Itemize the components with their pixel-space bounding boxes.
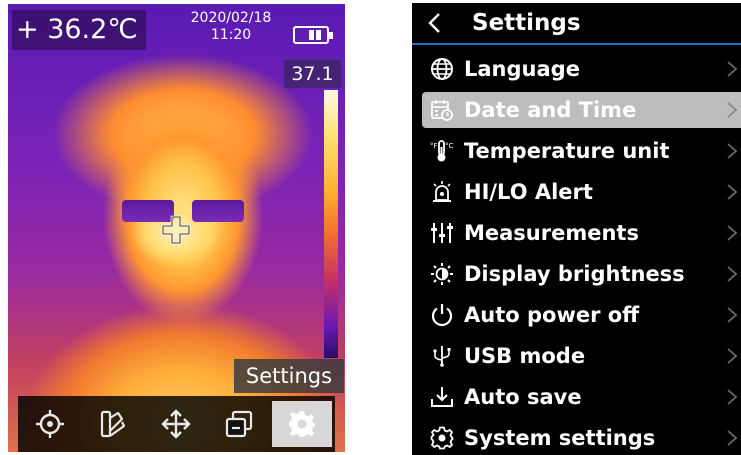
- chevron-right-icon: [727, 61, 738, 77]
- alarm-icon: [433, 181, 451, 202]
- menu-item-system-settings[interactable]: System settings: [422, 420, 741, 455]
- chevron-right-icon: [727, 143, 738, 159]
- battery-icon: [293, 26, 333, 44]
- menu-item-label: Auto power off: [464, 303, 640, 327]
- move-button[interactable]: [144, 396, 207, 452]
- menu-item-label: Auto save: [464, 385, 582, 409]
- camera-toolbar: [18, 396, 335, 452]
- date-text: 2020/02/18: [190, 10, 272, 26]
- globe-icon: [431, 58, 453, 80]
- move-icon: [160, 409, 191, 439]
- gear-icon: [289, 411, 315, 437]
- target-button[interactable]: [18, 396, 81, 452]
- settings-tooltip: Settings: [234, 359, 344, 393]
- menu-item-label: Display brightness: [464, 262, 685, 286]
- chevron-right-icon: [727, 430, 738, 446]
- menu-item-auto-save[interactable]: Auto save: [422, 379, 741, 415]
- menu-item-temperature-unit[interactable]: °F °C Temperature unit: [422, 133, 741, 169]
- target-icon: [35, 410, 64, 438]
- menu-item-language[interactable]: Language: [422, 51, 741, 87]
- menu-item-measurements[interactable]: Measurements: [422, 215, 741, 251]
- brightness-icon: [431, 263, 453, 285]
- power-icon: [431, 304, 453, 327]
- svg-text:°F: °F: [430, 142, 438, 150]
- thermometer-icon: °F °C: [430, 140, 454, 162]
- usb-icon: [433, 346, 451, 367]
- gallery-button[interactable]: [207, 396, 270, 452]
- color-scale-bar: [324, 90, 338, 358]
- settings-header: Settings: [412, 3, 741, 45]
- chevron-right-icon: [727, 102, 738, 118]
- gallery-icon: [225, 410, 252, 438]
- time-text: 11:20: [210, 27, 252, 43]
- menu-item-label: Date and Time: [464, 98, 637, 122]
- crosshair-icon: [161, 215, 191, 245]
- datetime: 2020/02/18 11:20: [186, 10, 276, 44]
- chevron-right-icon: [727, 266, 738, 282]
- scale-max-temperature: 37.1: [284, 60, 341, 88]
- menu-item-label: Temperature unit: [464, 139, 670, 163]
- menu-item-label: Measurements: [464, 221, 639, 245]
- menu-item-hi-lo-alert[interactable]: HI/LO Alert: [422, 174, 741, 210]
- settings-screen: Settings Language Date and Time °F °C Te…: [412, 3, 741, 455]
- menu-item-auto-power-off[interactable]: Auto power off: [422, 297, 741, 333]
- chevron-right-icon: [727, 389, 738, 405]
- chevron-right-icon: [727, 307, 738, 323]
- settings-button[interactable]: [272, 401, 332, 447]
- thermal-view: + 36.2℃ 2020/02/18 11:20 37.1 Settings: [8, 4, 345, 452]
- menu-item-label: USB mode: [464, 344, 586, 368]
- sliders-icon: [431, 223, 453, 243]
- calendar-clock-icon: [431, 100, 453, 121]
- download-icon: [431, 387, 453, 407]
- menu-item-date-time[interactable]: Date and Time: [422, 92, 741, 128]
- palette-icon: [100, 410, 125, 438]
- menu-item-label: System settings: [464, 426, 656, 450]
- system-gear-icon: [430, 426, 454, 450]
- menu-item-usb-mode[interactable]: USB mode: [422, 338, 741, 374]
- menu-item-label: HI/LO Alert: [464, 180, 593, 204]
- svg-text:°C: °C: [445, 142, 454, 150]
- palette-button[interactable]: [81, 396, 144, 452]
- page-title: Settings: [472, 10, 581, 36]
- menu-item-display-brightness[interactable]: Display brightness: [422, 256, 741, 292]
- chevron-right-icon: [727, 225, 738, 241]
- chevron-right-icon: [727, 184, 738, 200]
- chevron-right-icon: [727, 348, 738, 364]
- spot-temperature: + 36.2℃: [12, 10, 146, 50]
- menu-item-label: Language: [464, 57, 580, 81]
- back-icon[interactable]: [426, 12, 444, 34]
